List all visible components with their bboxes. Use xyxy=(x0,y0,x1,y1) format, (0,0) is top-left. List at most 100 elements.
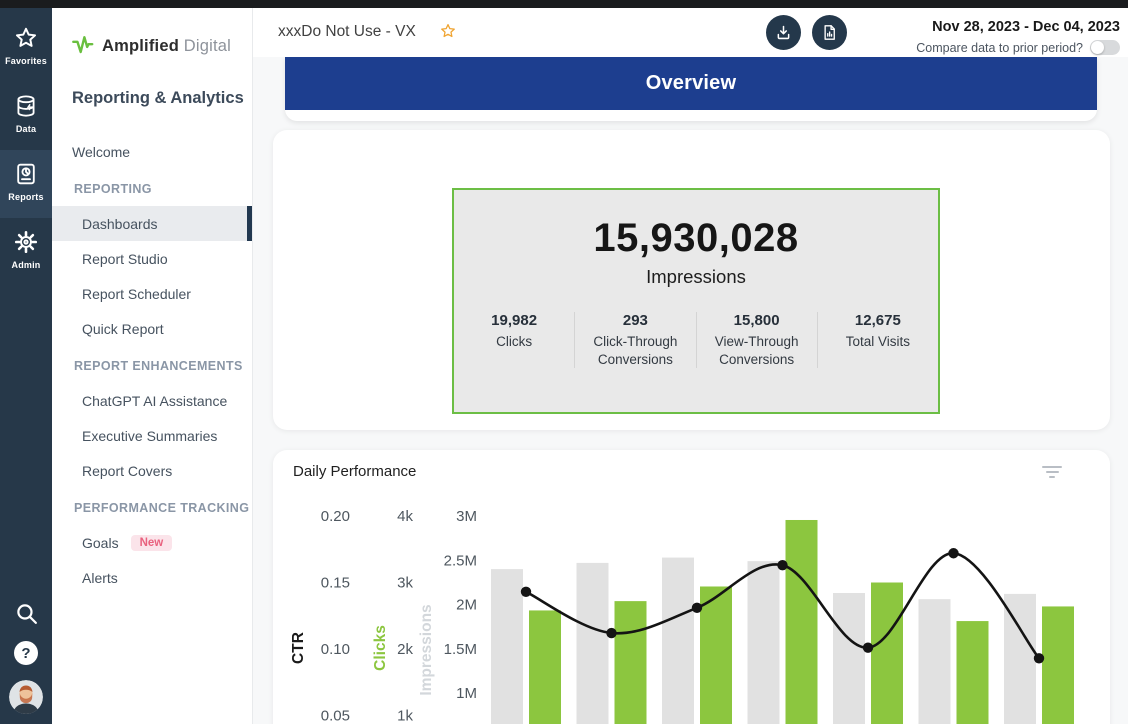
reports-book-icon xyxy=(13,161,39,187)
ctr-point[interactable] xyxy=(606,628,616,638)
kpi-metric-value: 19,982 xyxy=(462,312,566,329)
kpi-metric-value: 12,675 xyxy=(826,312,930,329)
clicks-bar[interactable] xyxy=(529,610,561,724)
ctr-point[interactable] xyxy=(692,603,702,613)
sidebar-item-label: Quick Report xyxy=(82,321,164,337)
impressions-bar[interactable] xyxy=(1004,594,1036,724)
sidebar-menu: Welcome REPORTING Dashboards Report Studio R… xyxy=(52,134,252,595)
clicks-axis-title: Clicks xyxy=(372,625,389,671)
help-icon[interactable]: ? xyxy=(14,641,38,665)
impressions-bar[interactable] xyxy=(662,558,694,724)
ctr-point[interactable] xyxy=(521,587,531,597)
impressions-bar[interactable] xyxy=(919,599,951,724)
compare-toggle[interactable] xyxy=(1090,40,1120,55)
impressions-bar[interactable] xyxy=(491,569,523,724)
sidebar-title: Reporting & Analytics xyxy=(72,89,244,108)
ctr-tick-label: 0.10 xyxy=(321,641,350,658)
report-doc-icon xyxy=(820,23,839,42)
ctr-point[interactable] xyxy=(863,642,873,652)
sidebar: Amplified Digital Reporting & Analytics … xyxy=(52,8,253,724)
kpi-metric: 19,982 Clicks xyxy=(454,312,574,368)
clicks-bar[interactable] xyxy=(786,520,818,724)
sidebar-item-quick-report[interactable]: Quick Report xyxy=(52,311,252,346)
star-icon xyxy=(13,25,39,51)
impressions-bar[interactable] xyxy=(577,563,609,724)
compare-row: Compare data to prior period? xyxy=(916,40,1120,55)
clicks-bar[interactable] xyxy=(615,601,647,724)
daily-performance-chart: 0.200.150.100.054k3k2k1k3M2.5M2M1.5M1MCT… xyxy=(273,450,1110,724)
sidebar-item-report-covers[interactable]: Report Covers xyxy=(52,453,252,488)
brand-name-light: Digital xyxy=(184,37,231,55)
ctr-point[interactable] xyxy=(1034,653,1044,663)
gear-icon xyxy=(13,229,39,255)
sidebar-item-label: Dashboards xyxy=(82,216,158,232)
date-range-picker[interactable]: Nov 28, 2023 - Dec 04, 2023 xyxy=(932,19,1120,35)
impressions-tick-label: 1.5M xyxy=(444,641,477,658)
kpi-metric: 12,675 Total Visits xyxy=(817,312,938,368)
kpi-summary-box: 15,930,028 Impressions 19,982Clicks293Cl… xyxy=(452,188,940,414)
rail-item-admin[interactable]: Admin xyxy=(0,218,52,286)
kpi-metric: 15,800View-Through Conversions xyxy=(696,312,817,368)
sidebar-item-dashboards[interactable]: Dashboards xyxy=(52,206,252,241)
sidebar-item-label: ChatGPT AI Assistance xyxy=(82,393,227,409)
sidebar-item-label: Alerts xyxy=(82,570,118,586)
sidebar-item-goals[interactable]: GoalsNew xyxy=(52,525,252,560)
sidebar-item-label: Report Scheduler xyxy=(82,286,191,302)
download-button[interactable] xyxy=(766,15,801,50)
rail-item-favorites[interactable]: Favorites xyxy=(0,14,52,82)
page-header: xxxDo Not Use - VX Nov 28, 2023 - Dec 04… xyxy=(253,8,1128,57)
impressions-tick-label: 2M xyxy=(456,597,477,614)
clicks-bar[interactable] xyxy=(871,583,903,724)
ctr-tick-label: 0.15 xyxy=(321,575,350,592)
export-report-button[interactable] xyxy=(812,15,847,50)
kpi-metrics-row: 19,982Clicks293Click-Through Conversions… xyxy=(454,312,938,368)
impressions-tick-label: 3M xyxy=(456,508,477,525)
kpi-metric-value: 293 xyxy=(583,312,687,329)
overview-banner-card: Overview xyxy=(285,57,1097,121)
clicks-bar[interactable] xyxy=(1042,606,1074,724)
download-icon xyxy=(774,23,793,42)
top-strip xyxy=(0,0,1128,8)
clicks-bar[interactable] xyxy=(700,586,732,724)
overview-banner-title: Overview xyxy=(646,72,737,95)
clicks-bar[interactable] xyxy=(957,621,989,724)
sidebar-item-report-studio[interactable]: Report Studio xyxy=(52,241,252,276)
impressions-tick-label: 2.5M xyxy=(444,552,477,569)
database-icon xyxy=(13,93,39,119)
impressions-tick-label: 1M xyxy=(456,685,477,702)
kpi-primary-value: 15,930,028 xyxy=(454,216,938,261)
kpi-metric-value: 15,800 xyxy=(705,312,809,329)
daily-performance-card: Daily Performance 0.200.150.100.054k3k2k… xyxy=(273,450,1110,724)
rail-item-reports[interactable]: Reports xyxy=(0,150,52,218)
sidebar-item-welcome[interactable]: Welcome xyxy=(52,134,252,169)
sidebar-item-label: Executive Summaries xyxy=(82,428,217,444)
impressions-bar[interactable] xyxy=(748,561,780,724)
menu-section-header: REPORTING xyxy=(52,172,252,206)
brand-logo: Amplified Digital xyxy=(71,34,231,58)
brand-name-bold: Amplified xyxy=(102,37,179,55)
ctr-tick-label: 0.20 xyxy=(321,508,350,525)
sidebar-item-alerts[interactable]: Alerts xyxy=(52,560,252,595)
favorite-star-icon[interactable] xyxy=(439,22,457,40)
rail-bottom: ? xyxy=(0,601,52,714)
rail-item-data[interactable]: Data xyxy=(0,82,52,150)
ctr-axis-title: CTR xyxy=(290,632,307,664)
pulse-logo-icon xyxy=(71,34,95,58)
kpi-metric-label: Total Visits xyxy=(826,333,930,351)
ctr-point[interactable] xyxy=(948,548,958,558)
impressions-bar[interactable] xyxy=(833,593,865,724)
user-avatar[interactable] xyxy=(9,680,43,714)
rail-item-label: Favorites xyxy=(5,56,47,66)
rail-item-label: Admin xyxy=(12,260,41,270)
sidebar-item-executive-summaries[interactable]: Executive Summaries xyxy=(52,418,252,453)
ctr-point[interactable] xyxy=(777,560,787,570)
search-icon[interactable] xyxy=(14,601,39,626)
sidebar-item-chatgpt-ai-assistance[interactable]: ChatGPT AI Assistance xyxy=(52,383,252,418)
kpi-metric-label: Clicks xyxy=(462,333,566,351)
compare-label: Compare data to prior period? xyxy=(916,41,1083,55)
sidebar-item-report-scheduler[interactable]: Report Scheduler xyxy=(52,276,252,311)
overview-banner: Overview xyxy=(285,57,1097,110)
sidebar-item-label: Welcome xyxy=(72,144,130,160)
rail-item-label: Reports xyxy=(8,192,43,202)
main-content: Overview 15,930,028 Impressions 19,982Cl… xyxy=(253,57,1128,724)
